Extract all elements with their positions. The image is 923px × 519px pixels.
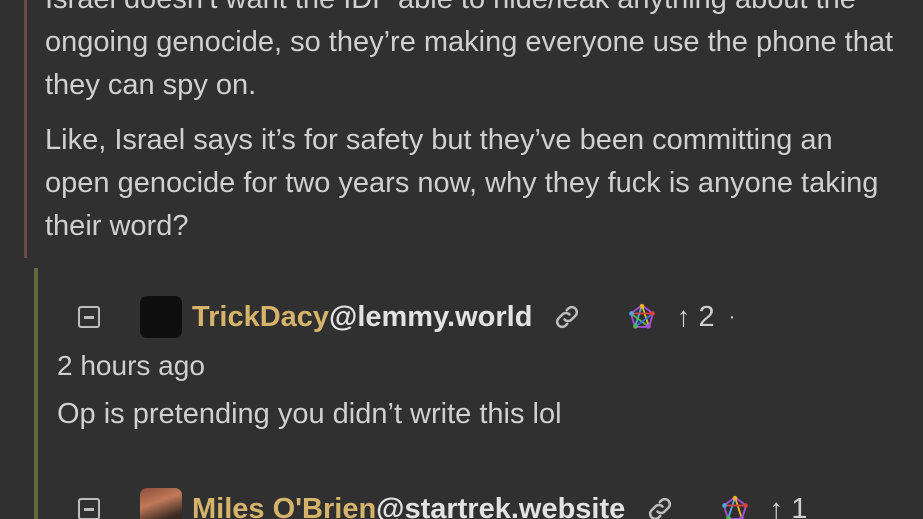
- collapse-icon[interactable]: [78, 498, 100, 519]
- next-reply-instance[interactable]: @startrek.website: [376, 493, 625, 519]
- separator-dot: ·: [728, 305, 736, 328]
- next-reply-username[interactable]: Miles O'Brien: [192, 493, 376, 519]
- reply-score: 2: [698, 300, 715, 333]
- reply-instance[interactable]: @lemmy.world: [329, 301, 532, 334]
- collapse-icon[interactable]: [78, 306, 100, 328]
- fediverse-icon[interactable]: [721, 495, 749, 519]
- reply-timestamp: 2 hours ago: [57, 350, 205, 381]
- link-icon[interactable]: [645, 494, 675, 519]
- upvote-icon[interactable]: ↑: [769, 493, 783, 519]
- thread-line-reply[interactable]: [34, 268, 38, 519]
- link-icon[interactable]: [552, 302, 582, 332]
- next-reply-score: 1: [791, 492, 808, 519]
- parent-paragraph-1: Israel doesn’t want the IDF able to hide…: [45, 0, 894, 101]
- reply-username[interactable]: TrickDacy: [192, 301, 329, 334]
- avatar[interactable]: [140, 296, 182, 338]
- upvote-icon[interactable]: ↑: [676, 301, 690, 333]
- thread-line-parent[interactable]: [24, 0, 27, 258]
- next-reply-header: Miles O'Brien @startrek.website ↑ 1: [78, 486, 807, 519]
- reply-body: Op is pretending you didn’t write this l…: [57, 398, 562, 430]
- avatar[interactable]: [140, 488, 182, 519]
- comment-thread: Israel doesn’t want the IDF able to hide…: [0, 0, 923, 519]
- reply-header: TrickDacy @lemmy.world ↑ 2 ·: [78, 294, 735, 340]
- parent-comment-body: Israel doesn’t want the IDF able to hide…: [45, 0, 905, 260]
- fediverse-icon[interactable]: [628, 303, 656, 331]
- parent-paragraph-2: Like, Israel says it’s for safety but th…: [45, 124, 879, 242]
